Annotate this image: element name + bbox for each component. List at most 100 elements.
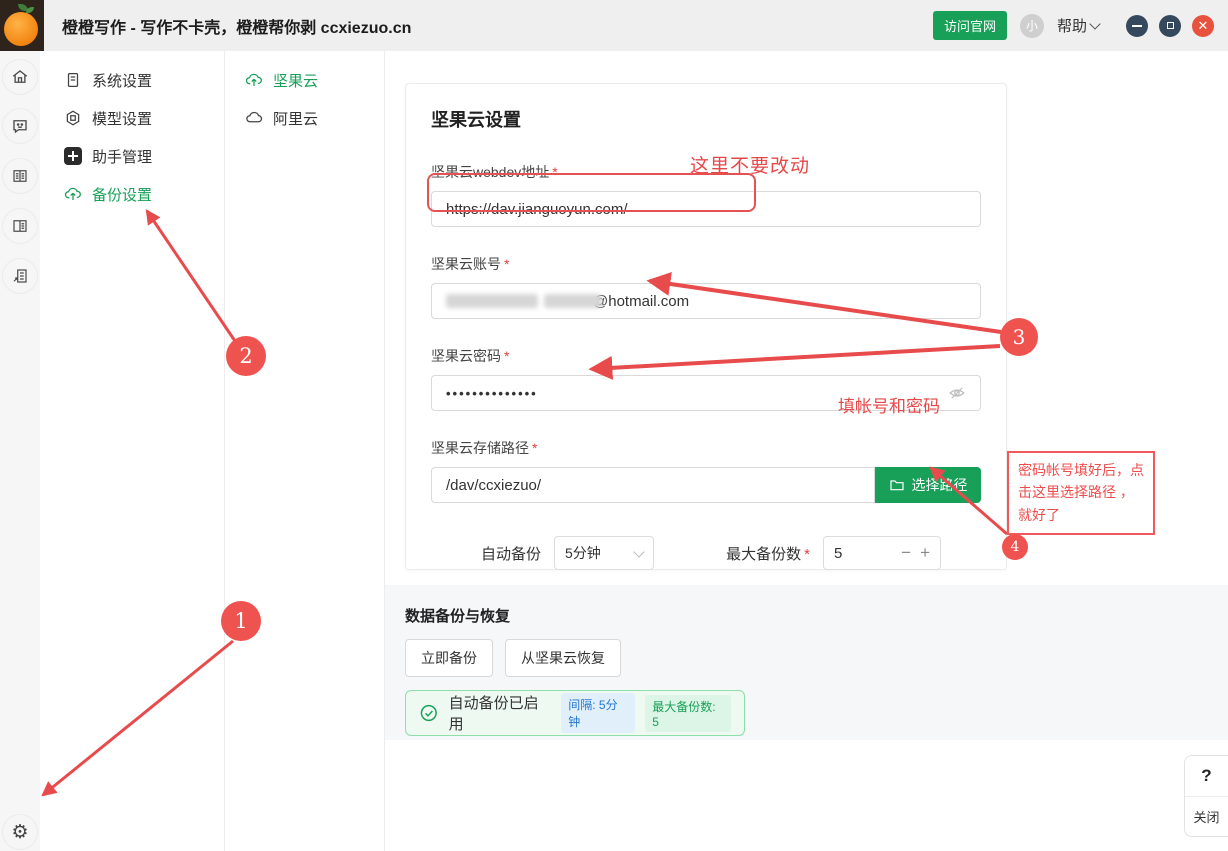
password-field-group: 坚果云密码* •••••••••••••• [431,346,981,411]
maximize-button[interactable] [1159,15,1181,37]
backup-buttons-row: 立即备份 从坚果云恢复 [405,639,1208,677]
path-label: 坚果云存储路径* [431,438,981,458]
path-field-group: 坚果云存储路径* /dav/ccxiezuo/ 选择路径 [431,438,981,503]
system-settings-icon [64,71,82,89]
nav-item-backup-settings[interactable]: 备份设置 [40,175,224,213]
cloud-icon [245,109,263,127]
nav-item-assistant-management[interactable]: 助手管理 [40,137,224,175]
app-window: 橙橙写作 - 写作不卡壳，橙橙帮你剥 ccxiezuo.cn 访问官网 小 帮助… [0,0,1228,851]
restore-from-cloud-button[interactable]: 从坚果云恢复 [505,639,621,677]
status-text: 自动备份已启用 [449,692,552,734]
path-row: /dav/ccxiezuo/ 选择路径 [431,467,981,503]
chat-icon[interactable] [2,108,38,144]
subnav-label: 坚果云 [273,70,318,91]
chevron-down-icon [633,546,644,557]
interval-badge: 间隔: 5分钟 [561,693,635,733]
orange-logo-image [4,12,38,46]
max-backup-group: 最大备份数* 5 − + [726,536,941,570]
auto-backup-value: 5分钟 [565,543,601,563]
minimize-button[interactable] [1126,15,1148,37]
account-input[interactable]: @hotmail.com [431,283,981,319]
max-backup-label: 最大备份数* [726,543,810,564]
cloud-upload-icon [64,185,82,203]
auto-backup-row: 自动备份 5分钟 最大备份数* 5 − + [431,536,981,570]
annotation-path-note: 密码帐号填好后，点击这里选择路径 ，就好了 [1007,451,1155,535]
nav-label: 备份设置 [92,184,152,205]
account-visible-text: @hotmail.com [593,293,689,310]
icon-rail: ⚙ [0,51,40,851]
auto-backup-label: 自动备份 [481,543,541,564]
close-button[interactable]: ✕ [1192,15,1214,37]
stepper-plus-button[interactable]: + [920,543,930,563]
nav-label: 助手管理 [92,146,152,167]
webdav-label: 坚果云webdev地址* [431,162,981,182]
webdav-field-group: 坚果云webdev地址* https://dav.jianguoyun.com/ [431,162,981,227]
help-label: 帮助 [1057,15,1087,36]
auto-backup-status: 自动备份已启用 间隔: 5分钟 最大备份数: 5 [405,690,745,736]
max-backup-value: 5 [834,545,842,562]
password-label: 坚果云密码* [431,346,981,366]
required-asterisk: * [532,440,537,456]
stepper-minus-button[interactable]: − [901,543,911,563]
settings-gear-icon[interactable]: ⚙ [2,814,38,850]
font-size-toggle[interactable]: 小 [1020,14,1044,38]
subnav-item-jianguoyun[interactable]: 坚果云 [225,61,384,99]
gear-glyph: ⚙ [11,823,28,842]
panel-export-icon[interactable] [2,258,38,294]
help-menu[interactable]: 帮助 [1057,15,1099,36]
required-asterisk: * [504,256,509,272]
model-settings-icon [64,109,82,127]
password-input[interactable]: •••••••••••••• [431,375,981,411]
cloud-upload-icon [245,71,263,89]
visit-website-button[interactable]: 访问官网 [933,11,1007,40]
reader-icon[interactable] [2,208,38,244]
max-backup-badge: 最大备份数: 5 [645,695,731,732]
minimize-icon [1132,25,1142,27]
app-logo [0,0,44,51]
backup-now-button[interactable]: 立即备份 [405,639,493,677]
assistant-plus-icon [64,147,82,165]
subnav-item-aliyun[interactable]: 阿里云 [225,99,384,137]
auto-backup-select[interactable]: 5分钟 [554,536,654,570]
home-icon[interactable] [2,59,38,95]
titlebar: 橙橙写作 - 写作不卡壳，橙橙帮你剥 ccxiezuo.cn 访问官网 小 帮助… [0,0,1228,51]
window-controls: ✕ [1126,15,1214,37]
account-field-group: 坚果云账号* @hotmail.com [431,254,981,319]
app-title: 橙橙写作 - 写作不卡壳，橙橙帮你剥 ccxiezuo.cn [62,14,411,38]
blurred-account-redaction [544,294,602,308]
eye-off-icon[interactable] [948,384,966,402]
subnav-label: 阿里云 [273,108,318,129]
required-asterisk: * [804,546,810,563]
card-title: 坚果云设置 [431,106,981,132]
titlebar-actions: 访问官网 小 帮助 ✕ [933,11,1228,40]
nav-item-model-settings[interactable]: 模型设置 [40,99,224,137]
library-icon[interactable] [2,158,38,194]
max-backup-stepper[interactable]: 5 − + [823,536,941,570]
pick-path-label: 选择路径 [912,475,968,495]
pick-path-button[interactable]: 选择路径 [875,467,981,503]
nav-label: 系统设置 [92,70,152,91]
webdav-address-input[interactable]: https://dav.jianguoyun.com/ [431,191,981,227]
backup-restore-section: 数据备份与恢复 立即备份 从坚果云恢复 自动备份已启用 间隔: 5分钟 最大备份… [385,585,1228,740]
nav-item-system-settings[interactable]: 系统设置 [40,61,224,99]
required-asterisk: * [504,348,509,364]
chevron-down-icon [1089,18,1100,29]
nav-label: 模型设置 [92,108,152,129]
jianguoyun-settings-card: 坚果云设置 坚果云webdev地址* https://dav.jianguoyu… [405,83,1007,570]
maximize-icon [1167,22,1174,29]
storage-path-input[interactable]: /dav/ccxiezuo/ [431,467,875,503]
floating-widget: ? 关闭 [1184,755,1228,837]
section-title: 数据备份与恢复 [405,605,1208,626]
cloud-provider-nav: 坚果云 阿里云 [225,51,385,851]
check-circle-icon [419,703,439,723]
floating-close-button[interactable]: 关闭 [1185,797,1228,837]
blurred-account-redaction [446,294,538,308]
account-label: 坚果云账号* [431,254,981,274]
floating-help-button[interactable]: ? [1185,756,1228,797]
path-value: /dav/ccxiezuo/ [446,477,541,494]
webdav-value: https://dav.jianguoyun.com/ [446,201,628,218]
folder-icon [889,477,905,493]
logo-leaf [26,7,34,13]
required-asterisk: * [552,164,557,180]
password-masked-value: •••••••••••••• [446,386,538,401]
